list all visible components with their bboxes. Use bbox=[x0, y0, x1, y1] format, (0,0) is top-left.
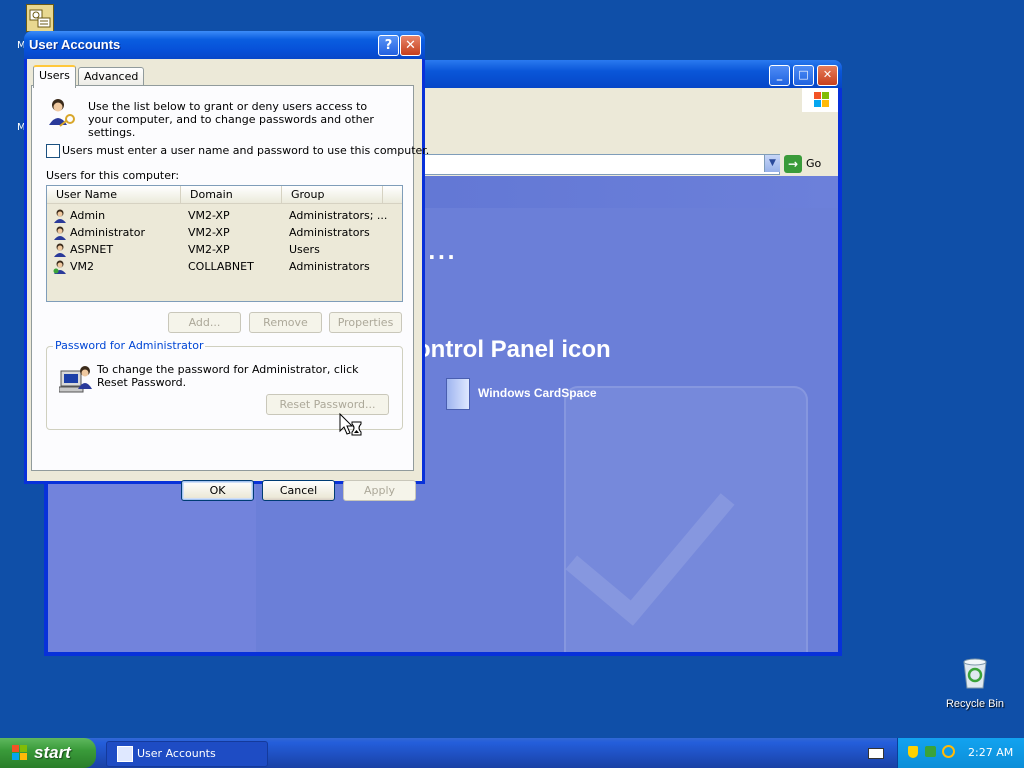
watermark-graphic bbox=[564, 386, 808, 652]
table-row[interactable]: VM2 COLLABNET Administrators bbox=[47, 258, 402, 275]
user-name-cell: ASPNET bbox=[70, 243, 114, 256]
cardspace-label: Windows CardSpace bbox=[478, 386, 597, 401]
go-button[interactable]: → Go bbox=[784, 154, 832, 174]
chevron-down-icon[interactable]: ▼ bbox=[764, 155, 780, 172]
properties-button[interactable]: Properties bbox=[329, 312, 402, 333]
password-help-text: To change the password for Administrator… bbox=[97, 363, 359, 389]
require-password-label[interactable]: Users must enter a user name and passwor… bbox=[62, 144, 429, 157]
dialog-body: Users Advanced Use the list below to gra… bbox=[27, 59, 429, 501]
windows-logo-icon bbox=[802, 88, 838, 112]
add-user-button[interactable]: Add... bbox=[168, 312, 241, 333]
clock[interactable]: 2:27 AM bbox=[968, 746, 1013, 759]
dialog-titlebar[interactable]: User Accounts ? ✕ bbox=[24, 31, 425, 59]
recycle-bin-icon bbox=[963, 658, 987, 689]
table-row[interactable]: ASPNET VM2-XP Users bbox=[47, 241, 402, 258]
recycle-bin[interactable]: Recycle Bin bbox=[942, 656, 1008, 710]
user-name-cell: Administrator bbox=[70, 226, 145, 239]
group-cell: Administrators; ... bbox=[289, 209, 388, 222]
apply-button[interactable]: Apply bbox=[343, 480, 416, 501]
cancel-button[interactable]: Cancel bbox=[262, 480, 335, 501]
user-name-cell: VM2 bbox=[70, 260, 95, 273]
tab-advanced[interactable]: Advanced bbox=[78, 67, 145, 86]
ok-button[interactable]: OK bbox=[181, 480, 254, 501]
dialog-title: User Accounts bbox=[29, 37, 121, 52]
go-arrow-icon: → bbox=[784, 155, 802, 173]
start-button[interactable]: start bbox=[0, 738, 96, 768]
table-row[interactable]: Admin VM2-XP Administrators; ... bbox=[47, 207, 402, 224]
recycle-bin-label: Recycle Bin bbox=[945, 698, 1005, 710]
keyboard-icon[interactable] bbox=[868, 748, 884, 759]
intro-text: Use the list below to grant or deny user… bbox=[88, 100, 374, 139]
user-accounts-task-icon bbox=[117, 746, 133, 762]
control-panel-heading: ontrol Panel icon bbox=[416, 336, 611, 363]
busy-cursor-icon bbox=[339, 413, 362, 436]
domain-cell: COLLABNET bbox=[188, 260, 254, 273]
table-row[interactable]: Administrator VM2-XP Administrators bbox=[47, 224, 402, 241]
computer-user-icon bbox=[59, 366, 92, 393]
help-button[interactable]: ? bbox=[378, 35, 399, 56]
close-button[interactable]: ✕ bbox=[400, 35, 421, 56]
close-button[interactable]: ✕ bbox=[817, 65, 838, 86]
network-icon[interactable] bbox=[925, 746, 936, 757]
system-tray: 2:27 AM bbox=[897, 738, 1024, 768]
taskbar-item-label: User Accounts bbox=[137, 747, 216, 760]
require-password-checkbox[interactable] bbox=[46, 144, 60, 158]
cardspace-icon bbox=[446, 378, 470, 410]
taskbar: start User Accounts 2:27 AM bbox=[0, 738, 1024, 768]
password-group-legend: Password for Administrator bbox=[53, 339, 206, 352]
users-keys-icon bbox=[49, 99, 75, 127]
user-accounts-dialog: User Accounts ? ✕ Users Advanced Use the… bbox=[24, 31, 429, 501]
cardspace-link[interactable]: Windows CardSpace bbox=[446, 378, 597, 410]
remove-user-button[interactable]: Remove bbox=[249, 312, 322, 333]
column-user-name[interactable]: User Name bbox=[47, 186, 181, 203]
group-cell: Administrators bbox=[289, 260, 370, 273]
column-group[interactable]: Group bbox=[282, 186, 383, 203]
search-icon[interactable] bbox=[942, 745, 955, 758]
user-icon bbox=[54, 243, 66, 257]
users-list-label: Users for this computer: bbox=[46, 169, 180, 182]
group-cell: Users bbox=[289, 243, 320, 256]
users-list[interactable]: User Name Domain Group Admin VM2-XP Admi… bbox=[46, 185, 403, 302]
maximize-button[interactable]: □ bbox=[793, 65, 814, 86]
windows-flag-icon bbox=[12, 745, 27, 760]
domain-cell: VM2-XP bbox=[188, 243, 230, 256]
user-name-cell: Admin bbox=[70, 209, 106, 222]
users-list-header: User Name Domain Group bbox=[47, 186, 402, 204]
domain-cell: VM2-XP bbox=[188, 226, 230, 239]
desktop-shortcut-icon[interactable] bbox=[26, 4, 54, 32]
domain-user-icon bbox=[53, 260, 66, 274]
group-cell: Administrators bbox=[289, 226, 370, 239]
security-shield-icon[interactable] bbox=[908, 746, 918, 758]
column-domain[interactable]: Domain bbox=[181, 186, 282, 203]
start-label: start bbox=[34, 743, 71, 762]
minimize-button[interactable]: _ bbox=[769, 65, 790, 86]
go-label: Go bbox=[806, 157, 822, 170]
domain-cell: VM2-XP bbox=[188, 209, 230, 222]
user-icon bbox=[54, 209, 66, 223]
user-icon bbox=[54, 226, 66, 240]
taskbar-item-user-accounts[interactable]: User Accounts bbox=[106, 741, 268, 767]
reset-password-button[interactable]: Reset Password... bbox=[266, 394, 389, 415]
category-ellipsis: ... bbox=[428, 240, 457, 264]
tab-users[interactable]: Users bbox=[33, 65, 76, 88]
